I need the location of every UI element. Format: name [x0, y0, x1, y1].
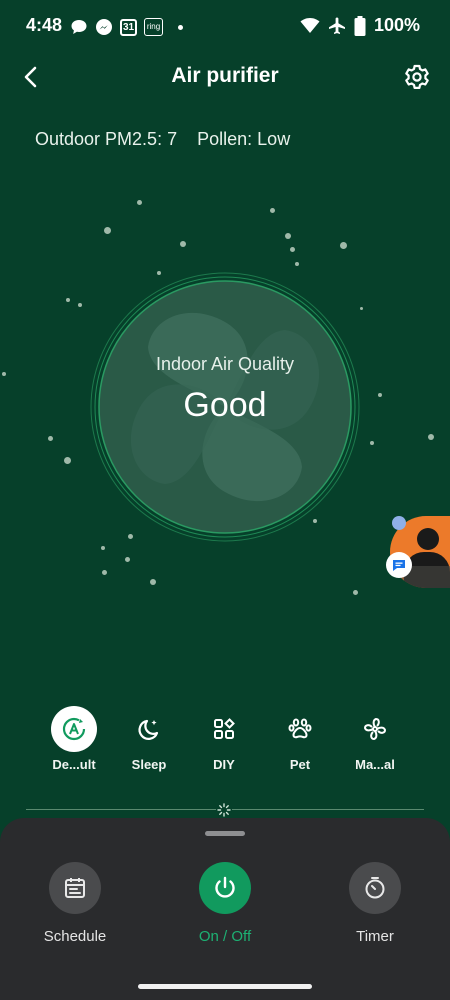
schedule-label: Schedule	[43, 928, 107, 945]
battery-icon	[354, 15, 366, 36]
particle	[270, 208, 275, 213]
ring-label: ring	[146, 22, 161, 31]
power-label: On / Off	[198, 928, 252, 945]
timer-label: Timer	[356, 928, 394, 945]
avatar-head	[417, 528, 439, 550]
power-icon	[215, 876, 235, 898]
messages-badge-icon	[386, 552, 412, 578]
timer-icon	[365, 877, 385, 899]
calendar-day: 31	[122, 21, 135, 33]
particle	[428, 434, 434, 440]
mode-selector: De...ult Sleep DIY Pet Ma...al	[0, 706, 450, 776]
mode-label: Pet	[289, 757, 311, 772]
pollen-value: Low	[257, 129, 291, 149]
particle	[340, 242, 347, 249]
particle	[102, 570, 107, 575]
particle	[104, 227, 111, 234]
mode-label: DIY	[213, 757, 235, 772]
particle	[48, 436, 53, 441]
particle	[101, 546, 105, 550]
calendar-icon: 31	[120, 18, 137, 36]
messenger-icon	[96, 19, 112, 35]
schedule-circle	[49, 862, 101, 914]
pm25-label: Outdoor PM2.5:	[35, 129, 163, 149]
gesture-nav-bar[interactable]	[138, 984, 312, 989]
sheet-drag-handle[interactable]	[205, 831, 245, 836]
mode-icon-wrap	[51, 706, 97, 752]
battery-percent: 100%	[373, 15, 420, 35]
system-icons: 100%	[300, 15, 420, 36]
settings-gear-icon[interactable]	[402, 62, 432, 92]
mode-icon-wrap	[126, 706, 172, 752]
mode-icon-wrap	[277, 706, 323, 752]
airplane-icon	[328, 17, 345, 34]
particle	[78, 303, 82, 307]
particle	[353, 590, 358, 595]
particle	[66, 298, 70, 302]
dot-icon	[178, 24, 183, 30]
mode-label: De...ult	[52, 757, 96, 772]
particle	[285, 233, 291, 239]
calendar-schedule-icon	[65, 878, 85, 898]
schedule-button[interactable]: Schedule	[15, 862, 135, 945]
small-fan-icon	[217, 803, 231, 817]
wifi-icon	[300, 17, 320, 33]
mode-icon-wrap	[352, 706, 398, 752]
timer-circle	[349, 862, 401, 914]
air-quality-value: Good	[183, 386, 267, 424]
fan-icon	[364, 718, 386, 740]
particle	[360, 307, 363, 310]
pollen-label: Pollen:	[197, 129, 253, 149]
outdoor-info: Outdoor PM2.5: 7 Pollen: Low	[35, 129, 290, 150]
particle	[150, 579, 156, 585]
page-title: Air purifier	[171, 64, 279, 87]
mode-diy[interactable]: DIY	[189, 706, 259, 772]
mode-label: Sleep	[131, 757, 167, 772]
chat-head-bubble[interactable]	[386, 516, 450, 588]
status-bar: 4:48 31 ring 100%	[0, 0, 450, 52]
particle	[180, 241, 186, 247]
mode-default[interactable]: De...ult	[39, 706, 109, 772]
power-circle	[199, 862, 251, 914]
particle	[125, 557, 130, 562]
moon-icon	[138, 719, 159, 740]
particle	[290, 247, 295, 252]
notification-icons: 31 ring	[70, 16, 183, 38]
timer-button[interactable]: Timer	[315, 862, 435, 945]
status-time: 4:48	[26, 15, 63, 35]
air-quality-label: Indoor Air Quality	[155, 354, 295, 374]
chat-bubble-icon	[71, 20, 87, 34]
fan-speed-thumb[interactable]	[216, 802, 232, 818]
power-button[interactable]: On / Off	[165, 862, 285, 945]
particle	[295, 262, 299, 266]
mode-pet[interactable]: Pet	[265, 706, 335, 772]
particle	[64, 457, 71, 464]
mode-manual[interactable]: Ma...al	[340, 706, 410, 772]
paw-icon	[288, 718, 312, 739]
pm25-value: 7	[167, 129, 178, 149]
diy-grid-icon	[214, 718, 235, 739]
particle	[370, 441, 374, 445]
mode-label: Ma...al	[355, 757, 395, 772]
ring-icon: ring	[144, 18, 163, 36]
auto-mode-icon	[62, 717, 86, 741]
mode-sleep[interactable]: Sleep	[114, 706, 184, 772]
particle	[137, 200, 142, 205]
mode-icon-wrap	[201, 706, 247, 752]
notification-dot	[392, 516, 406, 530]
